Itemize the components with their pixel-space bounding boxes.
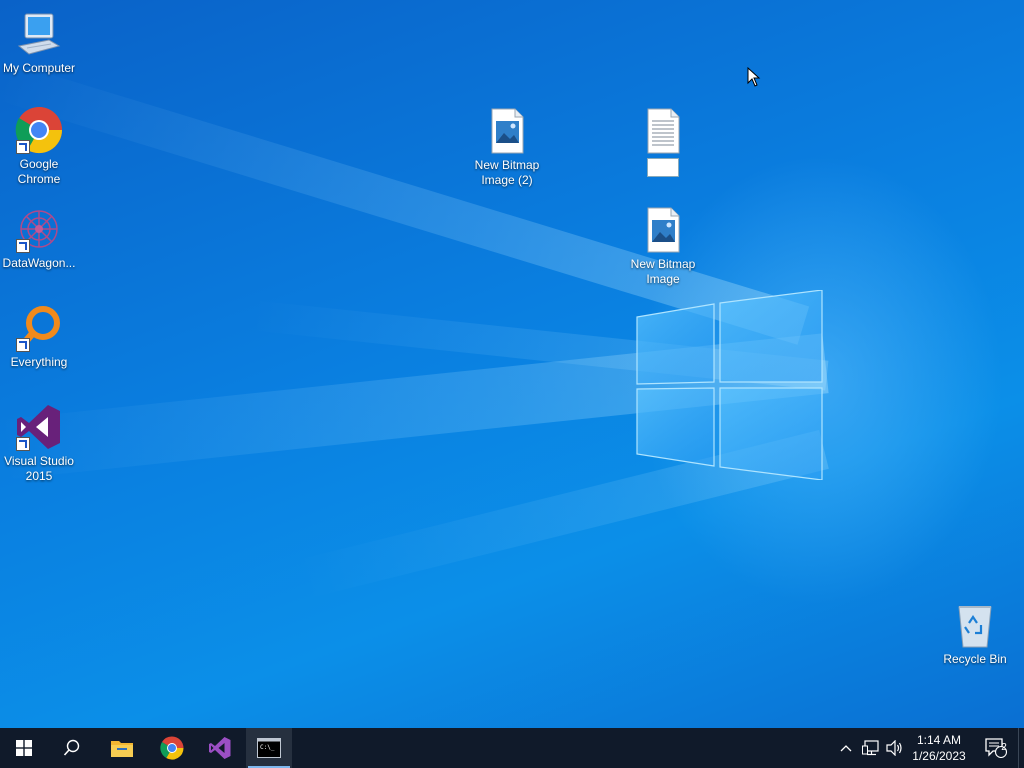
- search-button[interactable]: [48, 728, 96, 768]
- rename-input[interactable]: [647, 158, 679, 177]
- desktop-icon-label: New Bitmap Image (2): [474, 158, 540, 187]
- computer-icon: [15, 10, 63, 58]
- recycle-bin-icon: [951, 601, 999, 649]
- wallpaper-light-beam: [248, 300, 829, 391]
- show-hidden-icons-button[interactable]: [836, 728, 856, 768]
- action-center-button[interactable]: 2: [978, 728, 1014, 768]
- desktop-icon-new-bitmap-image[interactable]: New Bitmap Image: [624, 206, 702, 287]
- shortcut-arrow-icon: [16, 338, 30, 352]
- svg-text:C:\_: C:\_: [260, 744, 275, 751]
- desktop-icon-datawagon[interactable]: DataWagon...: [0, 205, 78, 271]
- wallpaper-light-beam: [295, 429, 829, 600]
- desktop-icon-label: DataWagon...: [2, 256, 76, 270]
- taskbar-file-explorer[interactable]: [98, 728, 146, 768]
- network-button[interactable]: [860, 728, 882, 768]
- desktop-icon-label: Google Chrome: [17, 157, 61, 186]
- windows-start-icon: [16, 740, 32, 756]
- shortcut-arrow-icon: [16, 239, 30, 253]
- chrome-icon: [160, 736, 184, 760]
- taskbar: C:\_ 1:14 AM 1/26/2023 2: [0, 728, 1024, 768]
- desktop-icon-label: Recycle Bin: [943, 652, 1007, 666]
- shortcut-arrow-icon: [16, 437, 30, 451]
- clock-time: 1:14 AM: [916, 733, 962, 747]
- network-icon: [862, 740, 879, 756]
- search-icon: [63, 739, 80, 756]
- desktop-icon-new-bitmap-image-2[interactable]: New Bitmap Image (2): [468, 107, 546, 188]
- chrome-icon: [15, 106, 63, 154]
- desktop-icon-recycle-bin[interactable]: Recycle Bin: [936, 601, 1014, 667]
- mouse-cursor-icon: [747, 67, 761, 87]
- bitmap-image-icon: [483, 107, 531, 155]
- desktop-icon-google-chrome[interactable]: Google Chrome: [0, 106, 78, 187]
- desktop-icon-label: New Bitmap Image: [630, 257, 696, 286]
- everything-icon: [15, 304, 63, 352]
- notification-count-badge: 2: [1001, 742, 1007, 753]
- desktop-icon-label: Visual Studio 2015: [4, 454, 74, 483]
- desktop-icon-everything[interactable]: Everything: [0, 304, 78, 370]
- desktop[interactable]: My Computer Google Chrome DataWagon... E…: [0, 0, 1024, 728]
- desktop-icon-text-document[interactable]: [624, 107, 702, 181]
- file-explorer-icon: [111, 741, 133, 757]
- windows-wallpaper-logo: [636, 290, 823, 480]
- speaker-icon: [886, 740, 902, 756]
- start-button[interactable]: [0, 728, 48, 768]
- command-prompt-icon: C:\_: [257, 738, 281, 758]
- wallpaper-light-beam: [0, 60, 810, 345]
- visual-studio-icon: [209, 737, 231, 759]
- taskbar-command-prompt[interactable]: C:\_: [246, 728, 292, 768]
- desktop-icon-my-computer[interactable]: My Computer: [0, 10, 78, 76]
- show-desktop-button[interactable]: [1018, 728, 1024, 768]
- visual-studio-icon: [15, 403, 63, 451]
- text-document-icon: [639, 107, 687, 155]
- datawagon-icon: [15, 205, 63, 253]
- clock-date: 1/26/2023: [912, 749, 966, 763]
- taskbar-visual-studio[interactable]: [196, 728, 244, 768]
- desktop-icon-visual-studio[interactable]: Visual Studio 2015: [0, 403, 78, 484]
- chevron-up-icon: [840, 745, 852, 752]
- bitmap-image-icon: [639, 206, 687, 254]
- taskbar-google-chrome[interactable]: [148, 728, 196, 768]
- shortcut-arrow-icon: [16, 140, 30, 154]
- clock-button[interactable]: 1:14 AM 1/26/2023: [908, 728, 970, 768]
- wallpaper-light-beam: [0, 333, 829, 480]
- volume-button[interactable]: [884, 728, 906, 768]
- desktop-icon-label: My Computer: [2, 61, 76, 75]
- desktop-icon-label: Everything: [10, 355, 68, 369]
